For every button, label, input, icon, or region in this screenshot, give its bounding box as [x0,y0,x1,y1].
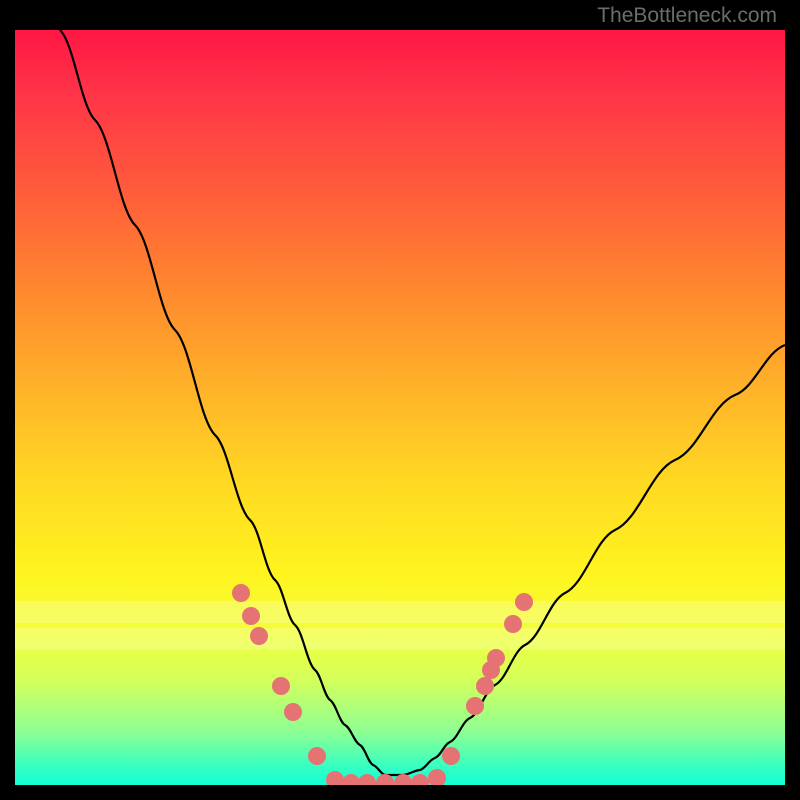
chart-frame: TheBottleneck.com [15,0,785,785]
marker-dot [284,703,302,721]
marker-dot [504,615,522,633]
marker-dot [466,697,484,715]
watermark-text: TheBottleneck.com [597,4,777,28]
curve-svg [15,30,785,785]
marker-dot [250,627,268,645]
marker-dot [476,677,494,695]
marker-dot [308,747,326,765]
marker-dot [515,593,533,611]
marker-dot [487,649,505,667]
marker-dot [272,677,290,695]
marker-dot [358,774,376,785]
marker-dot [411,774,429,785]
marker-dot [242,607,260,625]
marker-dot [326,771,344,785]
marker-dot [428,769,446,785]
marker-dot [342,774,360,785]
marker-dot [232,584,250,602]
plot-area [15,30,785,785]
bottleneck-curve [60,30,785,775]
marker-dots-group [232,584,533,785]
marker-dot [442,747,460,765]
